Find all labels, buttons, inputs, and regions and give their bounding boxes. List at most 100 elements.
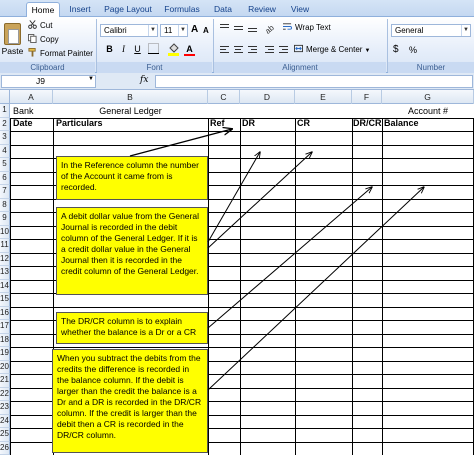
paste-button[interactable]: Paste (0, 21, 25, 61)
tab-insert[interactable]: Insert (64, 2, 96, 17)
wrap-text-label: Wrap Text (295, 23, 331, 32)
tab-home[interactable]: Home (26, 2, 60, 17)
select-all-corner[interactable] (0, 90, 10, 104)
row-header-3[interactable]: 3 (0, 131, 10, 145)
grow-font-button[interactable]: A (191, 24, 198, 36)
merge-center-button[interactable]: Merge & Center ▼ (294, 44, 370, 56)
row-header-2[interactable]: 2 (0, 117, 10, 131)
orientation-button[interactable]: ab (263, 22, 276, 36)
chevron-down-icon[interactable]: ▼ (178, 25, 187, 36)
align-top-button[interactable] (218, 22, 231, 34)
cell-a1[interactable]: Bank (13, 105, 34, 117)
row-header-19[interactable]: 19 (0, 347, 10, 361)
row-header-7[interactable]: 7 (0, 185, 10, 199)
format-painter-button[interactable]: Format Painter (28, 48, 93, 60)
row-header-11[interactable]: 11 (0, 239, 10, 253)
row-header-8[interactable]: 8 (0, 198, 10, 212)
row-header-22[interactable]: 22 (0, 387, 10, 401)
row-header-17[interactable]: 17 (0, 320, 10, 334)
cell-dr-header[interactable]: DR (242, 117, 255, 129)
number-format-value: General (395, 26, 424, 35)
ledger-column-rule (240, 117, 241, 455)
clipboard-icon (4, 23, 21, 45)
row-header-23[interactable]: 23 (0, 401, 10, 415)
formula-input[interactable] (155, 75, 473, 88)
row-header-4[interactable]: 4 (0, 144, 10, 158)
ledger-column-rule (10, 117, 11, 455)
tab-page-layout[interactable]: Page Layout (100, 2, 156, 17)
align-middle-button[interactable] (232, 22, 245, 34)
tab-formulas[interactable]: Formulas (160, 2, 204, 17)
row-header-13[interactable]: 13 (0, 266, 10, 280)
row-header-20[interactable]: 20 (0, 360, 10, 374)
fill-color-button[interactable] (167, 43, 180, 56)
row-header-12[interactable]: 12 (0, 252, 10, 266)
percent-button[interactable]: % (409, 44, 417, 56)
cell-particulars-header[interactable]: Particulars (56, 117, 103, 129)
row-header-1[interactable]: 1 (0, 104, 10, 118)
cell-cr-header[interactable]: CR (297, 117, 310, 129)
cell-ref-header[interactable]: Ref (210, 117, 225, 129)
row-header-14[interactable]: 14 (0, 279, 10, 293)
ledger-column-rule (352, 117, 353, 455)
row-header-24[interactable]: 24 (0, 414, 10, 428)
row-header-16[interactable]: 16 (0, 306, 10, 320)
column-header-e[interactable]: E (295, 90, 352, 104)
number-group-label: Number (388, 62, 474, 73)
callout-reference-column: In the Reference column the number of th… (56, 156, 208, 200)
name-box[interactable]: J9 (1, 75, 96, 88)
row-header-26[interactable]: 26 (0, 441, 10, 455)
font-name-combo[interactable]: Calibri ▼ (100, 24, 158, 37)
shrink-font-button[interactable]: A (203, 25, 209, 37)
cell-b1[interactable]: General Ledger (53, 105, 208, 117)
chevron-down-icon[interactable]: ▼ (148, 25, 157, 36)
align-left-button[interactable] (218, 44, 231, 56)
tab-view[interactable]: View (286, 2, 314, 17)
borders-button[interactable] (147, 43, 160, 56)
worksheet-grid[interactable]: A B C D E F G 1 2 3 4 5 6 7 8 9 10 11 12 13 14 15 16 17 1… (0, 90, 474, 455)
font-color-button[interactable]: A (183, 43, 196, 56)
decrease-indent-button[interactable] (263, 44, 276, 56)
row-header-15[interactable]: 15 (0, 293, 10, 307)
cell-balance-header[interactable]: Balance (384, 117, 419, 129)
row-header-9[interactable]: 9 (0, 212, 10, 226)
column-header-a[interactable]: A (10, 90, 53, 104)
column-header-d[interactable]: D (240, 90, 295, 104)
column-header-c[interactable]: C (208, 90, 240, 104)
wrap-text-icon (283, 23, 292, 30)
row-header-5[interactable]: 5 (0, 158, 10, 172)
tab-review[interactable]: Review (242, 2, 282, 17)
row-header-25[interactable]: 25 (0, 428, 10, 442)
column-header-f[interactable]: F (352, 90, 382, 104)
row-header-18[interactable]: 18 (0, 333, 10, 347)
align-right-button[interactable] (246, 44, 259, 56)
ribbon-tab-bar: Home Insert Page Layout Formulas Data Re… (0, 0, 474, 17)
wrap-text-button[interactable]: Wrap Text (283, 22, 331, 34)
chevron-down-icon[interactable]: ▼ (461, 25, 470, 36)
currency-button[interactable]: $ (393, 44, 399, 56)
row-header-10[interactable]: 10 (0, 225, 10, 239)
number-format-combo[interactable]: General ▼ (391, 24, 471, 37)
cut-button[interactable]: Cut (28, 20, 52, 32)
row-header-21[interactable]: 21 (0, 374, 10, 388)
cell-drcr-header[interactable]: DR/CR (353, 117, 382, 129)
italic-button[interactable]: I (117, 43, 130, 56)
fx-icon[interactable]: fx (140, 75, 148, 85)
cell-date-header[interactable]: Date (13, 117, 33, 129)
underline-button[interactable]: U (131, 43, 144, 56)
increase-indent-button[interactable] (277, 44, 290, 56)
font-size-combo[interactable]: 11 ▼ (160, 24, 188, 37)
column-header-g[interactable]: G (382, 90, 474, 104)
chevron-down-icon[interactable]: ▼ (88, 76, 94, 82)
row-header-6[interactable]: 6 (0, 171, 10, 185)
paint-bucket-icon (168, 43, 179, 56)
tab-data[interactable]: Data (208, 2, 238, 17)
copy-button[interactable]: Copy (28, 34, 59, 46)
align-bottom-button[interactable] (246, 22, 259, 34)
copy-icon (28, 34, 37, 43)
column-header-b[interactable]: B (53, 90, 208, 104)
chevron-down-icon[interactable]: ▼ (364, 48, 370, 54)
align-center-button[interactable] (232, 44, 245, 56)
bold-button[interactable]: B (103, 43, 116, 56)
cell-g1[interactable]: Account # (382, 105, 474, 117)
